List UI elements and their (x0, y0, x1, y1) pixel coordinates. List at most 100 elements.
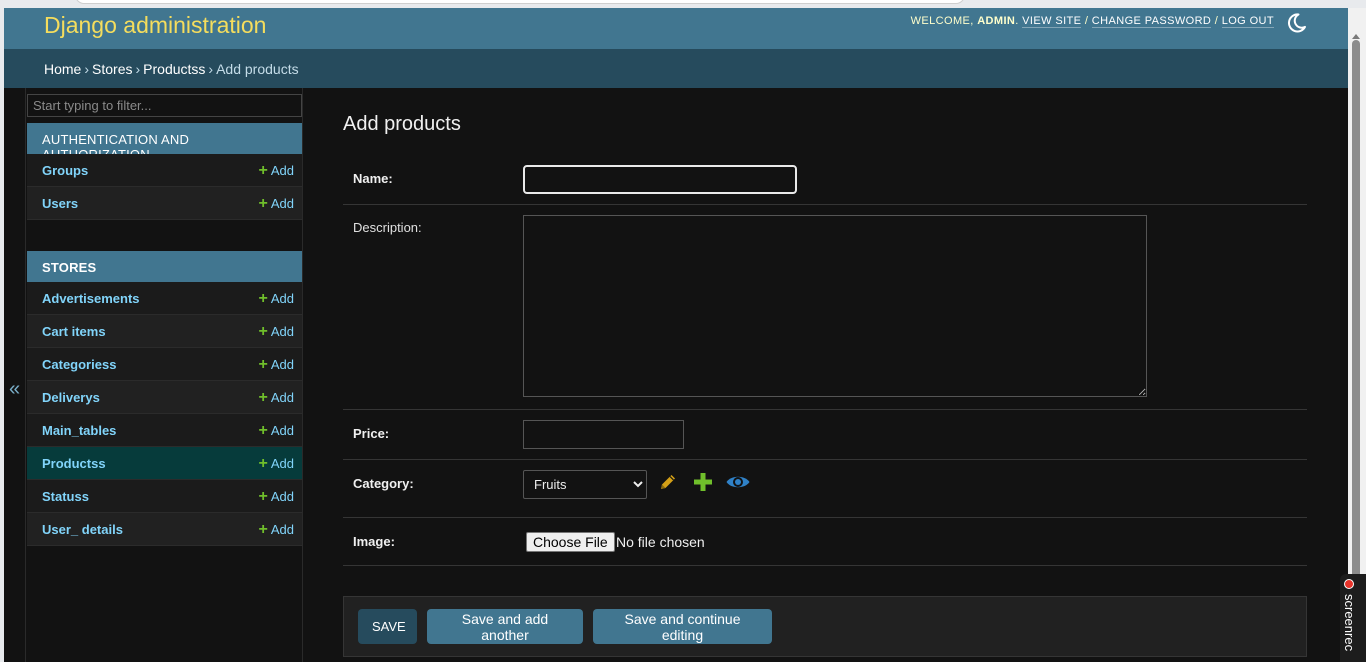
plus-icon: + (258, 195, 268, 212)
add-deliverys-link[interactable]: + Add (259, 389, 294, 407)
add-categoriess-link[interactable]: + Add (259, 356, 294, 374)
add-label: Add (270, 163, 294, 178)
add-label: Add (270, 291, 294, 306)
scroll-up-arrow-icon[interactable] (1352, 34, 1360, 39)
breadcrumb-current: Add products (216, 61, 299, 77)
sidebar-item-categoriess: Categoriess + Add (27, 348, 302, 381)
nav-filter-input[interactable] (27, 94, 302, 117)
admin-app: Django administration WELCOME, ADMIN. VI… (4, 8, 1348, 662)
add-main-tables-link[interactable]: + Add (259, 422, 294, 440)
plus-icon: + (258, 455, 268, 472)
save-button[interactable]: SAVE (358, 609, 417, 644)
breadcrumb-home[interactable]: Home (44, 61, 81, 77)
add-label: Add (270, 489, 294, 504)
model-link-user-details[interactable]: User_ details (42, 522, 123, 537)
plus-icon: + (258, 356, 268, 373)
breadcrumb-separator: › (135, 61, 141, 77)
sidebar-item-deliverys: Deliverys + Add (27, 381, 302, 414)
plus-icon: + (258, 488, 268, 505)
sidebar-item-cart-items: Cart items + Add (27, 315, 302, 348)
model-link-groups[interactable]: Groups (42, 163, 88, 178)
form-row-description: Description: (343, 205, 1307, 410)
model-link-advertisements[interactable]: Advertisements (42, 291, 140, 306)
breadcrumb: Home › Stores › Productss › Add products (4, 49, 1348, 88)
change-password-link[interactable]: CHANGE PASSWORD (1091, 15, 1212, 28)
module-auth: AUTHENTICATION AND AUTHORIZATION Groups … (27, 123, 302, 220)
username: ADMIN (977, 15, 1016, 27)
model-link-categoriess[interactable]: Categoriess (42, 357, 116, 372)
welcome-text: WELCOME, (910, 15, 974, 27)
model-link-users[interactable]: Users (42, 196, 78, 211)
screen-recorder-badge[interactable]: screenrec (1340, 574, 1366, 662)
admin-header: Django administration WELCOME, ADMIN. VI… (4, 8, 1348, 49)
separator: / (1214, 15, 1219, 27)
plus-icon: + (258, 389, 268, 406)
site-branding[interactable]: Django administration (44, 12, 266, 39)
scrollbar-thumb[interactable] (1352, 40, 1360, 660)
breadcrumb-productss[interactable]: Productss (143, 61, 205, 77)
choose-file-button[interactable]: Choose File (526, 532, 615, 552)
model-link-productss[interactable]: Productss (42, 456, 106, 471)
model-link-statuss[interactable]: Statuss (42, 489, 89, 504)
price-label: Price: (353, 426, 390, 441)
category-select[interactable]: Fruits (523, 470, 647, 499)
image-label: Image: (353, 534, 395, 549)
form-row-image: Image: Choose File No file chosen (343, 518, 1307, 566)
add-advertisements-link[interactable]: + Add (259, 290, 294, 308)
plus-icon: + (258, 422, 268, 439)
breadcrumb-separator: › (84, 61, 90, 77)
breadcrumb-stores[interactable]: Stores (92, 61, 132, 77)
model-link-cart-items[interactable]: Cart items (42, 324, 106, 339)
separator: / (1084, 15, 1089, 27)
model-link-main-tables[interactable]: Main_tables (42, 423, 116, 438)
view-site-link[interactable]: VIEW SITE (1022, 15, 1082, 28)
add-productss-link[interactable]: + Add (259, 455, 294, 473)
price-input[interactable] (523, 420, 684, 449)
pencil-icon[interactable] (657, 471, 679, 493)
sidebar-item-productss: Productss + Add (27, 447, 302, 480)
log-out-link[interactable]: LOG OUT (1221, 15, 1274, 28)
sidebar-item-advertisements: Advertisements + Add (27, 282, 302, 315)
add-label: Add (270, 423, 294, 438)
name-input[interactable] (523, 165, 797, 194)
add-label: Add (270, 324, 294, 339)
plus-icon[interactable] (692, 471, 714, 493)
plus-icon: + (258, 162, 268, 179)
form-row-price: Price: (343, 410, 1307, 460)
sidebar-item-user-details: User_ details + Add (27, 513, 302, 546)
nav-sidebar: AUTHENTICATION AND AUTHORIZATION Groups … (26, 88, 303, 662)
file-status-text: No file chosen (616, 534, 705, 550)
module-caption[interactable]: STORES (27, 251, 302, 282)
description-textarea[interactable] (523, 215, 1147, 397)
add-groups-link[interactable]: + Add (259, 162, 294, 180)
sidebar-item-main-tables: Main_tables + Add (27, 414, 302, 447)
sidebar-item-statuss: Statuss + Add (27, 480, 302, 513)
page-scrollbar[interactable] (1348, 8, 1366, 662)
add-users-link[interactable]: + Add (259, 195, 294, 213)
add-user-details-link[interactable]: + Add (259, 521, 294, 539)
page-title: Add products (343, 113, 461, 135)
user-tools: WELCOME, ADMIN. VIEW SITE / CHANGE PASSW… (910, 15, 1274, 28)
module-caption[interactable]: AUTHENTICATION AND AUTHORIZATION (27, 123, 302, 162)
collapse-sidebar-button[interactable]: « (4, 88, 26, 662)
browser-chrome-strip (0, 0, 1366, 8)
add-statuss-link[interactable]: + Add (259, 488, 294, 506)
moon-icon[interactable] (1284, 11, 1308, 35)
double-chevron-left-icon: « (8, 378, 21, 400)
submit-row: SAVE Save and add another Save and conti… (343, 596, 1307, 657)
add-label: Add (270, 390, 294, 405)
description-label: Description: (353, 220, 422, 235)
model-link-deliverys[interactable]: Deliverys (42, 390, 100, 405)
add-label: Add (270, 456, 294, 471)
record-dot-icon (1344, 579, 1354, 589)
form-row-name: Name: (343, 156, 1307, 205)
add-cart-items-link[interactable]: + Add (259, 323, 294, 341)
plus-icon: + (258, 290, 268, 307)
save-and-continue-button[interactable]: Save and continue editing (593, 609, 772, 644)
add-label: Add (270, 522, 294, 537)
sidebar-item-users: Users + Add (27, 187, 302, 220)
eye-icon[interactable] (725, 471, 751, 493)
save-and-add-another-button[interactable]: Save and add another (427, 609, 583, 644)
plus-icon: + (258, 521, 268, 538)
browser-address-bar[interactable] (75, 0, 965, 4)
